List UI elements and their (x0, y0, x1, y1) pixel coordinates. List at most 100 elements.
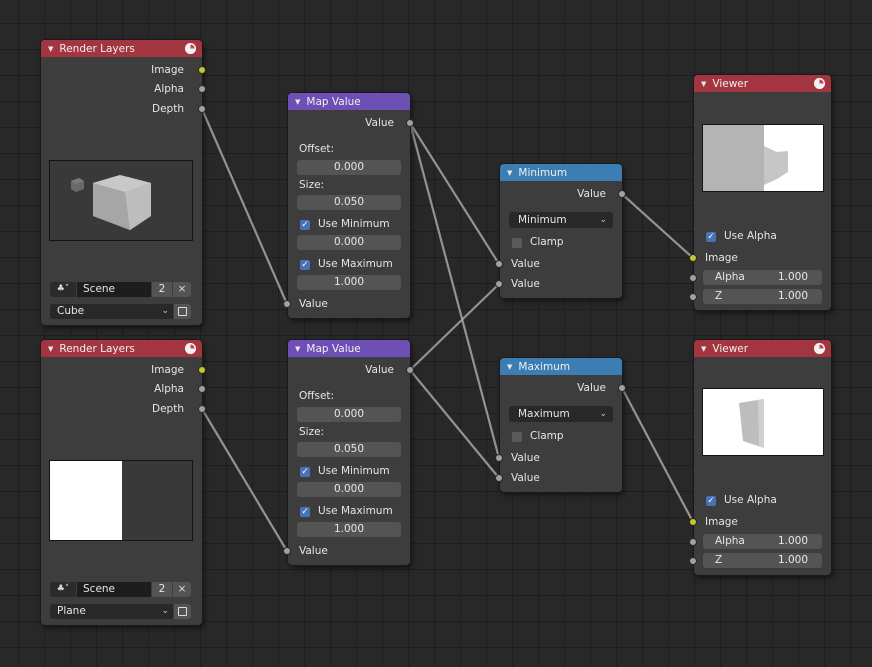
output-value-label: Value (577, 188, 606, 200)
collapse-triangle-icon[interactable]: ▼ (507, 363, 512, 371)
input-value-socket-2[interactable] (495, 474, 503, 482)
output-value-socket[interactable] (618, 384, 626, 392)
unlink-scene-button[interactable]: × (173, 282, 191, 297)
use-maximum-checkbox[interactable]: ✓ (300, 260, 310, 270)
view-layer-dropdown[interactable]: Plane ⌄ (50, 604, 173, 619)
link-max-to-viewer2 (621, 387, 694, 523)
node-header[interactable]: ▼ Minimum (500, 164, 622, 181)
node-header[interactable]: ▼ Render Layers (41, 40, 202, 57)
output-depth-label: Depth (152, 103, 184, 115)
view-layer-dropdown[interactable]: Cube ⌄ (50, 304, 173, 319)
max-field[interactable]: 1.000 (297, 275, 401, 290)
output-alpha-socket[interactable] (198, 385, 206, 393)
use-minimum-checkbox[interactable]: ✓ (300, 220, 310, 230)
collapse-triangle-icon[interactable]: ▼ (48, 345, 53, 353)
output-image-socket[interactable] (198, 66, 206, 74)
use-maximum-checkbox[interactable]: ✓ (300, 507, 310, 517)
scene-name-field[interactable]: Scene (77, 582, 151, 597)
output-value-socket[interactable] (406, 366, 414, 374)
collapse-triangle-icon[interactable]: ▼ (295, 98, 300, 106)
size-field[interactable]: 0.050 (297, 195, 401, 210)
math-maximum-node[interactable]: ▼ Maximum Value Maximum ⌄ Clamp Value Va… (495, 358, 626, 492)
use-alpha-checkbox[interactable]: ✓ (706, 232, 716, 242)
link-mv2-to-min-b (409, 283, 500, 371)
render-layers-node-2[interactable]: ▼ Render Layers Image Alpha Depth ♣˅ Sce… (41, 340, 206, 625)
view-layer-selector[interactable]: Plane ⌄ (50, 604, 192, 619)
viewer-preview (702, 388, 824, 456)
alpha-field[interactable]: Alpha 1.000 (703, 270, 822, 285)
math-minimum-node[interactable]: ▼ Minimum Value Minimum ⌄ Clamp Value Va… (495, 164, 626, 298)
min-field[interactable]: 0.000 (297, 482, 401, 497)
input-z-socket[interactable] (689, 293, 697, 301)
view-layer-selector[interactable]: Cube ⌄ (50, 304, 192, 319)
output-value-socket[interactable] (406, 119, 414, 127)
use-alpha-checkbox[interactable]: ✓ (706, 496, 716, 506)
collapse-triangle-icon[interactable]: ▼ (701, 80, 706, 88)
offset-field[interactable]: 0.000 (297, 160, 401, 175)
input-alpha-socket[interactable] (689, 538, 697, 546)
operation-dropdown[interactable]: Maximum ⌄ (509, 406, 613, 422)
scene-icon[interactable]: ♣˅ (50, 582, 76, 597)
render-layers-node-1[interactable]: ▼ Render Layers Image Alpha Depth ♣˅ Sce… (41, 40, 206, 325)
render-icon[interactable] (814, 78, 825, 89)
input-alpha-socket[interactable] (689, 274, 697, 282)
collapse-triangle-icon[interactable]: ▼ (48, 45, 53, 53)
clamp-checkbox[interactable] (512, 238, 522, 248)
input-z-socket[interactable] (689, 557, 697, 565)
render-icon[interactable] (185, 43, 196, 54)
input-image-socket[interactable] (689, 254, 697, 262)
input-value-socket-1[interactable] (495, 260, 503, 268)
input-value-socket-2[interactable] (495, 280, 503, 288)
operation-dropdown[interactable]: Minimum ⌄ (509, 212, 613, 228)
output-value-socket[interactable] (618, 190, 626, 198)
z-value: 1.000 (777, 554, 808, 566)
scene-users-count[interactable]: 2 (152, 582, 172, 597)
render-icon[interactable] (185, 343, 196, 354)
render-icon[interactable] (814, 343, 825, 354)
input-value-socket[interactable] (283, 547, 291, 555)
render-layer-button[interactable] (174, 604, 191, 619)
offset-field[interactable]: 0.000 (297, 407, 401, 422)
max-field[interactable]: 1.000 (297, 522, 401, 537)
scene-selector[interactable]: ♣˅ Scene 2 × (50, 282, 192, 297)
link-rl2-depth-to-mv2 (201, 408, 288, 552)
viewer-node-2[interactable]: ▼ Viewer ✓ Use Alpha Image Alpha 1.000 Z… (689, 340, 831, 575)
z-field[interactable]: Z 1.000 (703, 289, 822, 304)
min-field[interactable]: 0.000 (297, 235, 401, 250)
collapse-triangle-icon[interactable]: ▼ (701, 345, 706, 353)
collapse-triangle-icon[interactable]: ▼ (507, 169, 512, 177)
operation-value: Minimum (518, 214, 567, 226)
alpha-field[interactable]: Alpha 1.000 (703, 534, 822, 549)
map-value-node-1[interactable]: ▼ Map Value Value Offset: 0.000 Size: 0.… (283, 93, 414, 318)
output-image-socket[interactable] (198, 366, 206, 374)
map-value-node-2[interactable]: ▼ Map Value Value Offset: 0.000 Size: 0.… (283, 340, 414, 565)
input-image-label: Image (705, 516, 738, 528)
input-value-socket[interactable] (283, 300, 291, 308)
collapse-triangle-icon[interactable]: ▼ (295, 345, 300, 353)
offset-label: Offset: (299, 143, 335, 155)
input-value-socket-1[interactable] (495, 454, 503, 462)
scene-selector[interactable]: ♣˅ Scene 2 × (50, 582, 192, 597)
viewer-node-1[interactable]: ▼ Viewer ✓ Use Alpha Image Alpha 1.000 Z… (689, 75, 831, 310)
input-image-socket[interactable] (689, 518, 697, 526)
node-header[interactable]: ▼ Render Layers (41, 340, 202, 357)
node-header[interactable]: ▼ Maximum (500, 358, 622, 375)
output-depth-socket[interactable] (198, 105, 206, 113)
output-alpha-socket[interactable] (198, 85, 206, 93)
input-value-label-2: Value (511, 278, 540, 290)
z-field[interactable]: Z 1.000 (703, 553, 822, 568)
node-header[interactable]: ▼ Viewer (694, 340, 831, 357)
clamp-checkbox[interactable] (512, 432, 522, 442)
node-header[interactable]: ▼ Map Value (288, 93, 410, 110)
unlink-scene-button[interactable]: × (173, 582, 191, 597)
render-layer-button[interactable] (174, 304, 191, 319)
scene-users-count[interactable]: 2 (152, 282, 172, 297)
size-field[interactable]: 0.050 (297, 442, 401, 457)
render-preview (49, 160, 193, 241)
node-header[interactable]: ▼ Viewer (694, 75, 831, 92)
scene-name-field[interactable]: Scene (77, 282, 151, 297)
output-depth-socket[interactable] (198, 405, 206, 413)
scene-icon[interactable]: ♣˅ (50, 282, 76, 297)
use-minimum-checkbox[interactable]: ✓ (300, 467, 310, 477)
node-header[interactable]: ▼ Map Value (288, 340, 410, 357)
